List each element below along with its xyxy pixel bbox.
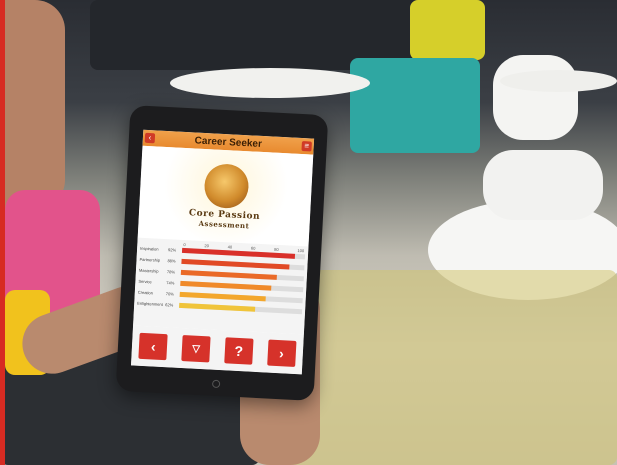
help-button[interactable]: ? xyxy=(224,337,254,365)
menu-icon[interactable]: ≡ xyxy=(301,141,312,152)
bar-value: 62% xyxy=(165,302,174,308)
bar xyxy=(179,302,256,312)
bar-value: 88% xyxy=(167,258,176,264)
logo-subtitle: Assessment xyxy=(198,218,250,230)
bar-label: Creation xyxy=(137,289,154,296)
round-table-right xyxy=(500,70,617,92)
bar-track xyxy=(179,302,303,315)
bar-value: 92% xyxy=(167,247,177,253)
tablet-home-button[interactable] xyxy=(211,379,221,389)
bar-value: 78% xyxy=(166,269,176,275)
white-chair-back xyxy=(493,55,578,140)
core-passion-logo-icon xyxy=(202,162,250,209)
bar-label: Mastership xyxy=(138,267,159,274)
white-chair-front xyxy=(483,150,603,220)
bar-value: 70% xyxy=(165,291,174,297)
logo-area: Core Passion Assessment xyxy=(137,145,314,247)
teal-sofa xyxy=(350,58,480,153)
bar-label: Partnership xyxy=(139,256,161,263)
red-edge-stripe xyxy=(0,0,5,465)
home-emblem-icon[interactable]: ▽ xyxy=(181,335,211,363)
bar xyxy=(180,280,272,291)
back-button[interactable]: ‹ xyxy=(144,132,156,144)
tablet-screen: ‹ Career Seeker ≡ Core Passion Assessmen… xyxy=(130,129,315,375)
bar xyxy=(180,269,277,280)
bar-label: Enlightenment xyxy=(137,300,163,307)
bar-label: Service xyxy=(138,278,152,285)
next-button[interactable]: › xyxy=(266,339,297,367)
bar xyxy=(179,291,266,302)
prev-button[interactable]: ‹ xyxy=(138,332,169,361)
round-table-back xyxy=(170,68,370,98)
photo-scene: ‹ Career Seeker ≡ Core Passion Assessmen… xyxy=(0,0,617,465)
yellow-wall-panel xyxy=(410,0,485,60)
person-face xyxy=(5,0,65,210)
passion-bar-chart: 0 20 40 60 80 100 Inspiration 92% Partnership 88… xyxy=(133,237,309,335)
bar-value: 74% xyxy=(166,280,175,286)
bar-label: Inspiration xyxy=(140,245,159,252)
tablet-device: ‹ Career Seeker ≡ Core Passion Assessmen… xyxy=(115,105,329,401)
bottom-nav: ‹ ▽ ? › xyxy=(130,325,304,375)
